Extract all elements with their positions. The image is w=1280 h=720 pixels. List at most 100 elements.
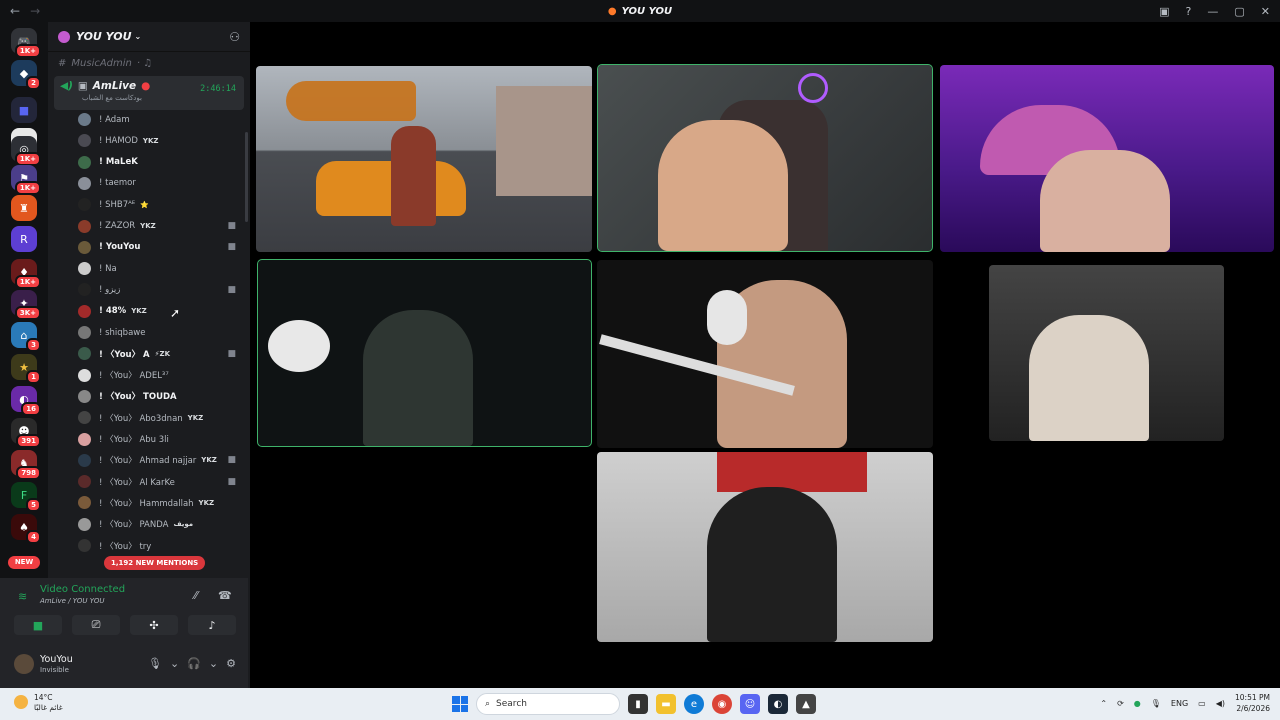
nav-buttons: ← → [10, 4, 40, 18]
new-mentions-pill[interactable]: 1,192 NEW MENTIONS [104, 556, 206, 570]
chrome-icon[interactable]: ◉ [712, 694, 732, 714]
member-name: ! 〈You〉 ADEL³⁷ [99, 371, 169, 382]
back-arrow-icon[interactable]: ← [10, 4, 20, 18]
minimize-button[interactable]: — [1207, 5, 1218, 18]
voice-member[interactable]: ! 〈You〉 Ahmad najjar YKZ ■ [78, 450, 242, 471]
help-icon[interactable]: ? [1186, 5, 1192, 18]
voice-member[interactable]: ! Adam [78, 109, 242, 130]
language-indicator[interactable]: ENG [1171, 699, 1188, 708]
voice-member[interactable]: ! ZAZOR YKZ ■ [78, 216, 242, 237]
voice-member[interactable]: ! 〈You〉 ADEL³⁷ [78, 365, 242, 386]
app-icon[interactable]: ▲ [796, 694, 816, 714]
server-icon[interactable]: ★ 1 [11, 354, 41, 384]
steam-icon[interactable]: ◐ [768, 694, 788, 714]
forward-arrow-icon[interactable]: → [30, 4, 40, 18]
taskbar-search[interactable]: ⌕ Search [476, 693, 620, 715]
screen-share-button[interactable]: ⎚ [72, 615, 120, 635]
video-tile-speaking[interactable] [597, 64, 933, 252]
video-tile[interactable] [940, 65, 1274, 252]
server-discord-home[interactable]: 🎮 1K+ [11, 28, 41, 58]
voice-member[interactable]: ! 〈You〉 TOUDA [78, 386, 242, 407]
server-badge: 1K+ [14, 275, 41, 289]
headphones-icon[interactable]: 🎧 [187, 657, 201, 670]
volume-icon[interactable]: ◀) [1216, 699, 1225, 708]
voice-member[interactable]: ! SHB7ᴬᴱ ⭐ [78, 194, 242, 215]
server-icon[interactable]: ◆ 2 [11, 60, 41, 90]
server-icon[interactable]: ⌂ 3 [11, 322, 41, 352]
gear-icon[interactable]: ⚙ [226, 657, 236, 670]
person-image [658, 120, 788, 251]
server-icon[interactable]: ♞ 798 [11, 450, 41, 480]
windows-start-icon[interactable] [452, 696, 468, 712]
chevron-down-icon[interactable]: ⌄ [170, 657, 179, 670]
server-icon[interactable]: ♦ 1K+ [11, 259, 41, 289]
video-tile[interactable] [256, 66, 592, 252]
video-tile[interactable] [597, 260, 933, 448]
voice-member[interactable]: ! 〈You〉 Abo3dnan YKZ [78, 407, 242, 428]
disconnect-icon[interactable]: ☎ [218, 589, 232, 602]
clock[interactable]: 10:51 PM 2/6/2026 [1235, 692, 1270, 714]
member-name: ! 〈You〉 Al KarKe [99, 477, 175, 488]
member-name: ! MaLeK [99, 157, 138, 168]
voice-member[interactable]: ! 〈You〉 Al KarKe ■ [78, 471, 242, 492]
server-icon[interactable]: ⚑ 1K+ [11, 165, 41, 195]
voice-member[interactable]: ! MaLeK [78, 152, 242, 173]
video-grid [250, 22, 1280, 688]
guild-fire-icon: ● [607, 5, 617, 17]
voice-member[interactable]: ! 48% YKZ [78, 301, 242, 322]
voice-member[interactable]: ! 〈You〉 PANDA مويف [78, 514, 242, 535]
avatar [78, 262, 91, 276]
voice-member[interactable]: ! 〈You〉 Hammdallah YKZ [78, 492, 242, 513]
video-tile[interactable] [989, 265, 1224, 441]
voice-member[interactable]: ! YouYou ■ [78, 237, 242, 258]
channel-music-admin[interactable]: # MusicAdmin · ♫ [48, 52, 250, 74]
folder-icon[interactable]: ■ [11, 97, 37, 123]
invite-people-icon[interactable]: ⚇ [229, 30, 240, 44]
discord-app-icon[interactable]: ☺ [740, 694, 760, 714]
server-icon[interactable]: F5 [11, 482, 41, 512]
server-icon[interactable]: ✦ 3K+ [11, 290, 41, 320]
camera-button[interactable]: ■ [14, 615, 62, 635]
voice-member[interactable]: ! 〈You〉 try [78, 535, 242, 556]
signal-icon[interactable]: ≋ [18, 590, 27, 603]
microphone-icon[interactable]: 🎙 [148, 657, 162, 670]
voice-channel-amlive[interactable]: ◀) ▣ AmLive ● بودكاست مع الشباب 2:46:14 [54, 76, 244, 110]
weather-widget[interactable]: 14°C غائم غالبًا [14, 693, 63, 713]
new-servers-pill[interactable]: NEW [8, 556, 40, 569]
video-tile-speaking[interactable] [257, 259, 592, 447]
camera-icon: ■ [32, 618, 44, 632]
voice-member[interactable]: ! HAMOD YKZ [78, 130, 242, 151]
guild-header[interactable]: YOU YOU ⌄ ⚇ [48, 22, 250, 52]
microphone-icon[interactable]: 🎙 [1151, 699, 1161, 708]
chevron-down-icon[interactable]: ⌄ [209, 657, 218, 670]
status-dot-icon[interactable]: ● [1134, 699, 1141, 708]
avatar [78, 432, 91, 446]
server-icon[interactable]: ♠ 4 [11, 514, 41, 544]
server-icon[interactable]: ◎ 1K+ [11, 136, 41, 166]
inbox-icon[interactable]: ▣ [1159, 5, 1169, 18]
maximize-button[interactable]: ▢ [1234, 5, 1244, 18]
sidebar-scrollbar[interactable] [245, 132, 248, 222]
server-icon[interactable]: R [11, 226, 37, 252]
server-icon[interactable]: ☻ 391 [11, 418, 41, 448]
voice-member[interactable]: ! 〈You〉 A ⚡ZK ■ [78, 343, 242, 364]
voice-member[interactable]: ! Na [78, 258, 242, 279]
voice-member[interactable]: ! زيزو ■ [78, 279, 242, 300]
voice-member[interactable]: ! 〈You〉 Abu 3li [78, 429, 242, 450]
sync-icon[interactable]: ⟳ [1117, 699, 1124, 708]
voice-member[interactable]: ! taemor [78, 173, 242, 194]
server-icon[interactable]: ◐ 16 [11, 386, 41, 416]
chevron-up-icon[interactable]: ⌃ [1100, 699, 1107, 708]
task-view-icon[interactable]: ▮ [628, 694, 648, 714]
current-user[interactable]: YouYou Invisible 🎙 ⌄ 🎧 ⌄ ⚙ [10, 651, 240, 681]
soundboard-button[interactable]: ♪ [188, 615, 236, 635]
edge-icon[interactable]: e [684, 694, 704, 714]
close-button[interactable]: ✕ [1261, 5, 1270, 18]
file-explorer-icon[interactable]: ▬ [656, 694, 676, 714]
server-icon[interactable]: ♜ [11, 195, 37, 221]
activities-button[interactable]: ✣ [130, 615, 178, 635]
video-tile[interactable] [597, 452, 933, 642]
voice-member[interactable]: ! shiqbawe [78, 322, 242, 343]
network-icon[interactable]: ▭ [1198, 699, 1206, 708]
noise-suppression-icon[interactable]: ⁄⁄ [194, 589, 198, 602]
